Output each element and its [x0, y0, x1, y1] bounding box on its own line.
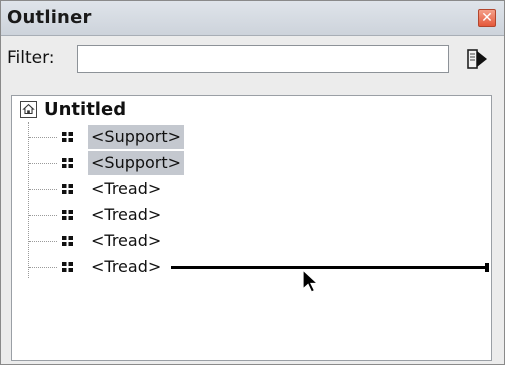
tree-branch	[29, 163, 57, 164]
drop-insertion-line-end	[485, 263, 489, 272]
filter-apply-icon[interactable]	[461, 45, 493, 73]
close-button[interactable]: ✕	[478, 9, 496, 27]
node-icon	[62, 262, 73, 272]
tree-item-label: <Support>	[88, 151, 185, 175]
node-icon	[62, 158, 73, 168]
node-icon	[62, 236, 73, 246]
node-icon	[62, 184, 73, 194]
title-bar[interactable]: Outliner ✕	[1, 1, 504, 36]
tree-root-label: Untitled	[44, 99, 127, 120]
tree-root-row[interactable]: Untitled	[12, 96, 491, 124]
scene-home-icon	[20, 101, 37, 118]
filter-label: Filter:	[7, 48, 55, 68]
tree-item[interactable]: <Tread>	[12, 202, 491, 228]
drop-insertion-line	[171, 266, 489, 269]
node-icon	[62, 132, 73, 142]
outliner-tree[interactable]: Untitled <Support> <Support> <Tread> <Tr…	[11, 95, 492, 361]
tree-item[interactable]: <Support>	[12, 150, 491, 176]
outliner-panel: Outliner ✕ Filter: Untitled <Support> <S…	[0, 0, 505, 365]
tree-branch	[29, 215, 57, 216]
filter-input[interactable]	[77, 45, 449, 73]
filter-bar: Filter:	[1, 36, 504, 86]
tree-branch	[29, 189, 57, 190]
tree-item[interactable]: <Support>	[12, 124, 491, 150]
tree-item[interactable]: <Tread>	[12, 228, 491, 254]
tree-branch	[29, 137, 57, 138]
mouse-pointer-icon	[302, 269, 320, 293]
node-icon	[62, 210, 73, 220]
tree-item-label: <Tread>	[91, 231, 162, 250]
tree-item[interactable]: <Tread>	[12, 176, 491, 202]
tree-branch	[29, 267, 57, 268]
tree-item-label: <Support>	[88, 125, 185, 149]
close-icon: ✕	[481, 10, 493, 26]
tree-item-label: <Tread>	[91, 205, 162, 224]
window-title: Outliner	[7, 7, 92, 28]
tree-item-label: <Tread>	[91, 179, 162, 198]
tree-branch	[29, 241, 57, 242]
tree-item-label: <Tread>	[91, 257, 162, 276]
